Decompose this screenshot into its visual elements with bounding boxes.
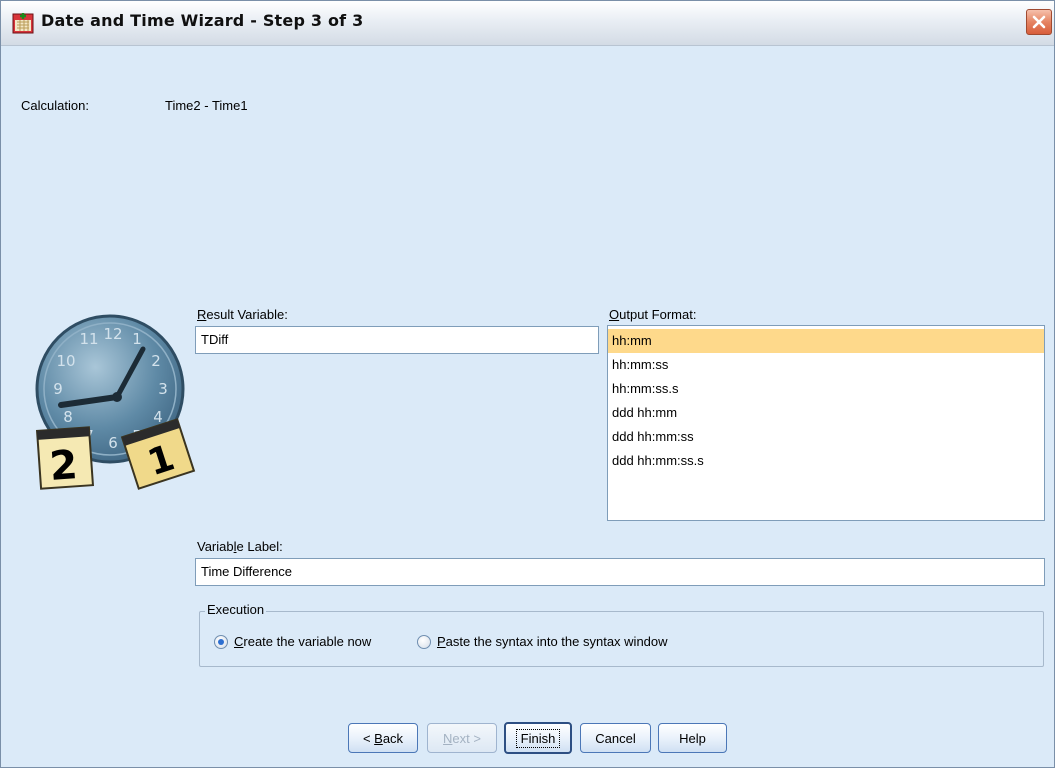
app-icon — [12, 13, 34, 34]
clock-numeral: 1 — [132, 330, 142, 348]
variable-label-input[interactable]: Time Difference — [195, 558, 1045, 586]
create-variable-radio[interactable]: Create the variable now — [214, 634, 371, 649]
close-button[interactable] — [1026, 9, 1052, 35]
finish-button[interactable]: Finish — [504, 722, 572, 754]
clock-numeral: 3 — [158, 380, 168, 398]
output-format-list[interactable]: hh:mm hh:mm:ss hh:mm:ss.s ddd hh:mm ddd … — [607, 325, 1045, 521]
cancel-button[interactable]: Cancel — [580, 723, 651, 753]
clock-numeral: 6 — [108, 434, 118, 452]
calculation-label: Calculation: — [21, 98, 89, 113]
wizard-window: Date and Time Wizard - Step 3 of 3 Calcu… — [0, 0, 1055, 768]
clock-numeral: 4 — [153, 408, 163, 426]
paste-syntax-label: Paste the syntax into the syntax window — [437, 634, 668, 649]
paste-syntax-radio[interactable]: Paste the syntax into the syntax window — [417, 634, 668, 649]
output-format-option[interactable]: ddd hh:mm:ss — [608, 425, 1044, 449]
output-format-option[interactable]: ddd hh:mm:ss.s — [608, 449, 1044, 473]
clock-numeral: 8 — [63, 408, 73, 426]
create-variable-label: Create the variable now — [234, 634, 372, 649]
title-bar[interactable]: Date and Time Wizard - Step 3 of 3 — [1, 1, 1054, 46]
output-format-option[interactable]: hh:mm — [608, 329, 1044, 353]
clock-numeral: 10 — [56, 352, 75, 370]
help-button[interactable]: Help — [658, 723, 727, 753]
result-variable-input[interactable]: TDiff — [195, 326, 599, 354]
output-format-option[interactable]: hh:mm:ss — [608, 353, 1044, 377]
variable-label-label: Variable Label: — [197, 539, 283, 554]
calendar-left: 2 — [35, 426, 95, 490]
output-format-option[interactable]: ddd hh:mm — [608, 401, 1044, 425]
next-button[interactable]: Next > — [427, 723, 497, 753]
clock-numeral: 9 — [53, 380, 63, 398]
radio-unchecked-icon — [417, 634, 431, 649]
clock-numeral: 11 — [79, 330, 98, 348]
execution-legend: Execution — [205, 602, 267, 617]
clock-calendar-illustration: 12 1 2 3 4 5 6 7 8 9 10 11 2 — [35, 314, 196, 490]
output-format-label: Output Format: — [609, 307, 697, 322]
calculation-value: Time2 - Time1 — [165, 98, 248, 113]
wizard-content: Calculation: Time2 - Time1 12 1 2 3 4 5 … — [9, 47, 1047, 765]
radio-checked-icon — [214, 634, 228, 649]
clock-numeral: 12 — [103, 325, 122, 343]
clock-numeral: 2 — [151, 352, 161, 370]
svg-text:2: 2 — [48, 442, 79, 490]
window-title: Date and Time Wizard - Step 3 of 3 — [41, 11, 364, 30]
close-icon — [1032, 15, 1046, 29]
execution-group: Execution Create the variable now Paste … — [199, 602, 1044, 667]
output-format-option[interactable]: hh:mm:ss.s — [608, 377, 1044, 401]
result-variable-label: Result Variable: — [197, 307, 288, 322]
back-button[interactable]: < Back — [348, 723, 418, 753]
